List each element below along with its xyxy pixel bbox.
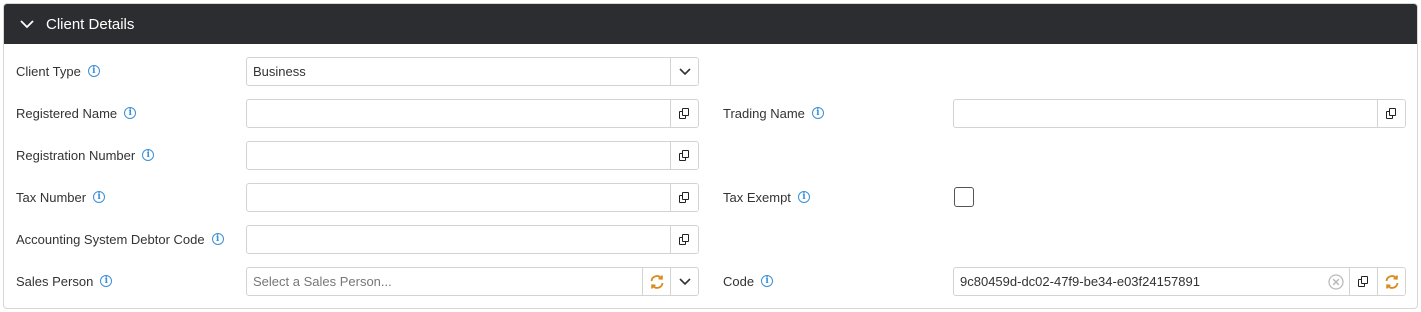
info-icon[interactable]: i [211, 233, 224, 245]
code-input[interactable] [954, 268, 1323, 295]
info-icon[interactable]: i [761, 275, 774, 287]
refresh-icon [1385, 274, 1398, 289]
row-registration-number: Registration Number i [4, 139, 1417, 171]
accounting-debtor-code-input[interactable] [247, 226, 670, 253]
registration-number-input[interactable] [247, 142, 670, 169]
copy-icon [1358, 275, 1369, 288]
tax-number-label: Tax Number i [16, 181, 106, 213]
row-accounting-debtor-code: Accounting System Debtor Code i [4, 223, 1417, 255]
trading-name-label: Trading Name i [723, 97, 824, 129]
accounting-debtor-code-label: Accounting System Debtor Code i [16, 223, 224, 255]
copy-button[interactable] [670, 142, 698, 169]
copy-icon [1386, 107, 1397, 120]
registered-name-input[interactable] [247, 100, 670, 127]
tax-number-field [246, 183, 699, 212]
tax-number-input[interactable] [247, 184, 670, 211]
row-tax-number: Tax Number i Tax Exempt i [4, 181, 1417, 213]
registered-name-label: Registered Name i [16, 97, 137, 129]
client-type-value: Business [253, 64, 306, 79]
sales-person-input[interactable] [247, 268, 642, 295]
registered-name-field [246, 99, 699, 128]
row-registered-name: Registered Name i Trading Name i [4, 97, 1417, 129]
copy-icon [679, 233, 690, 246]
copy-icon [679, 149, 690, 162]
registration-number-label: Registration Number i [16, 139, 155, 171]
client-type-dropdown-button[interactable] [670, 58, 698, 85]
copy-button[interactable] [1377, 100, 1405, 127]
client-details-panel: Client Details Client Type i Business Re… [3, 3, 1418, 309]
info-icon[interactable]: i [124, 107, 137, 119]
code-field [953, 267, 1406, 296]
info-icon[interactable]: i [87, 65, 100, 77]
info-icon[interactable]: i [142, 149, 155, 161]
chevron-down-icon [678, 277, 691, 285]
client-type-label: Client Type i [16, 55, 100, 87]
trading-name-input[interactable] [954, 100, 1377, 127]
row-client-type: Client Type i Business [4, 55, 1417, 87]
code-label: Code i [723, 265, 774, 297]
refresh-button[interactable] [642, 268, 670, 295]
client-type-select[interactable]: Business [246, 57, 699, 86]
info-icon[interactable]: i [93, 191, 106, 203]
copy-icon [679, 107, 690, 120]
info-icon[interactable]: i [797, 191, 810, 203]
info-icon[interactable]: i [811, 107, 824, 119]
sales-person-dropdown-button[interactable] [670, 268, 698, 295]
panel-header[interactable]: Client Details [4, 4, 1417, 44]
refresh-icon [650, 274, 663, 289]
copy-button[interactable] [670, 100, 698, 127]
refresh-button[interactable] [1377, 268, 1405, 295]
sales-person-label: Sales Person i [16, 265, 113, 297]
info-icon[interactable]: i [100, 275, 113, 287]
tax-exempt-checkbox[interactable] [954, 187, 974, 207]
panel-title: Client Details [46, 15, 135, 33]
chevron-down-icon[interactable] [18, 15, 36, 33]
copy-button[interactable] [670, 226, 698, 253]
clear-icon [1328, 273, 1344, 290]
trading-name-field [953, 99, 1406, 128]
clear-button[interactable] [1323, 268, 1349, 295]
copy-icon [679, 191, 690, 204]
copy-button[interactable] [1349, 268, 1377, 295]
copy-button[interactable] [670, 184, 698, 211]
tax-exempt-label: Tax Exempt i [723, 181, 810, 213]
accounting-debtor-code-field [246, 225, 699, 254]
row-sales-person: Sales Person i Code i [4, 265, 1417, 297]
sales-person-field [246, 267, 699, 296]
chevron-down-icon [678, 67, 691, 75]
registration-number-field [246, 141, 699, 170]
